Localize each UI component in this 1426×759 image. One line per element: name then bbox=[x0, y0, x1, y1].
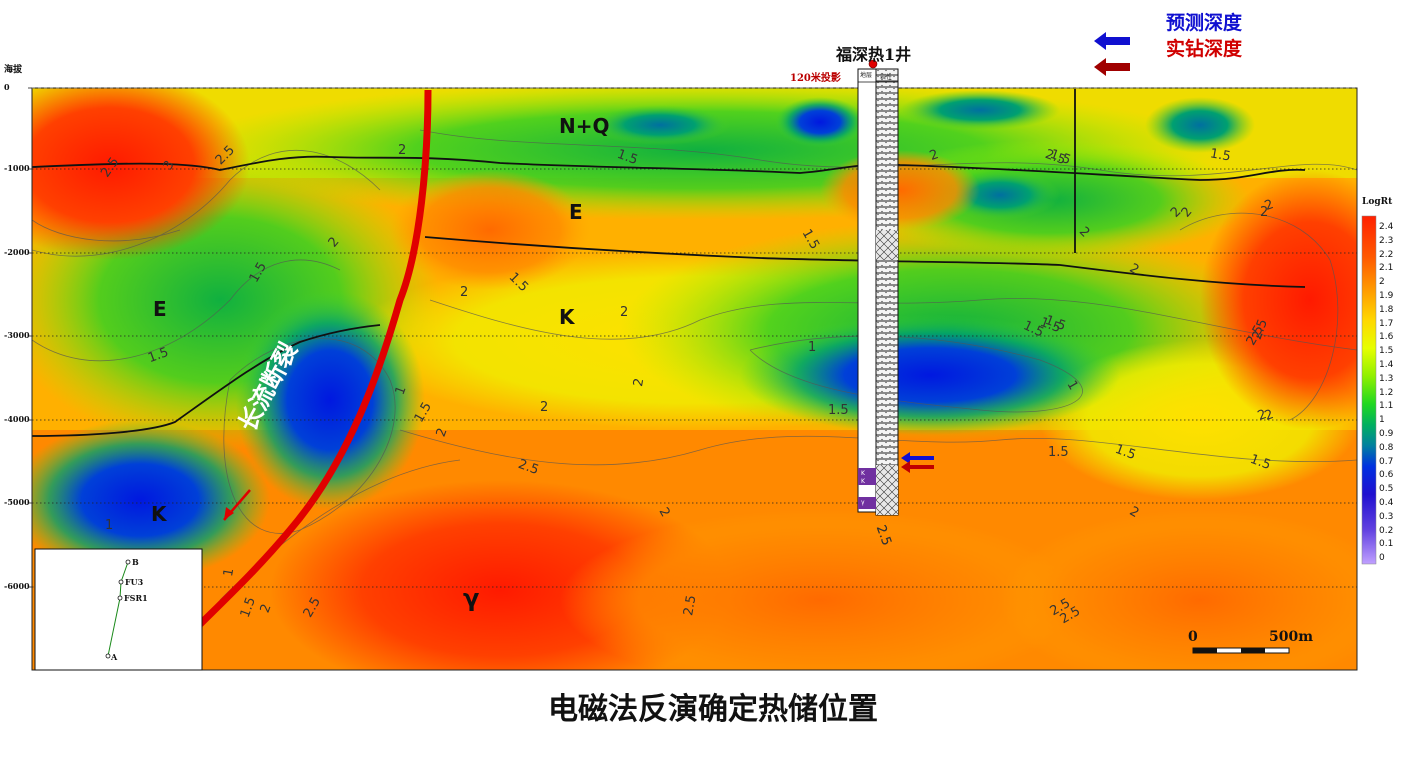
colorbar-tick: 0.6 bbox=[1379, 470, 1394, 481]
well-name: 福深热1井 bbox=[836, 45, 912, 64]
colorbar-title: LogRt bbox=[1362, 197, 1393, 207]
colorbar-tick: 1.1 bbox=[1379, 401, 1394, 412]
inset-point-b: B bbox=[132, 557, 139, 567]
colorbar bbox=[1361, 215, 1377, 565]
colorbar-tick: 2.2 bbox=[1379, 249, 1394, 260]
contour-label: 2 bbox=[398, 143, 407, 158]
colorbar-tick: 1.7 bbox=[1379, 318, 1394, 329]
inset-map bbox=[34, 548, 203, 671]
contour-label: 2 bbox=[1260, 205, 1269, 220]
colorbar-tick: 2 bbox=[1379, 277, 1385, 288]
colorbar-tick: 0 bbox=[1379, 553, 1385, 564]
resistivity-field bbox=[32, 88, 1357, 670]
unit-e-left: E bbox=[153, 297, 167, 321]
inset-point-fsr1: FSR1 bbox=[124, 593, 148, 603]
well-col-strata-header: 地层 bbox=[860, 72, 873, 79]
well-strata-tag: K bbox=[861, 478, 865, 485]
contour-label: 2 bbox=[460, 285, 469, 300]
contour-label: 1 bbox=[808, 340, 817, 355]
contour-label: 1.5 bbox=[1048, 445, 1069, 460]
unit-nq: N+Q bbox=[559, 114, 610, 138]
depth-tick-1000: -1000 bbox=[4, 163, 30, 173]
colorbar-tick: 0.5 bbox=[1379, 484, 1394, 495]
scale-bar bbox=[1192, 647, 1290, 654]
inset-point-a: A bbox=[111, 652, 118, 662]
inset-point-fu3: FU3 bbox=[125, 577, 144, 587]
well-strata-tag: γ bbox=[861, 499, 865, 506]
colorbar-tick: 1 bbox=[1379, 415, 1385, 426]
colorbar-tick: 0.1 bbox=[1379, 539, 1394, 550]
unit-e-top: E bbox=[569, 200, 583, 224]
unit-granite: γ bbox=[463, 584, 480, 612]
colorbar-tick: 0.4 bbox=[1379, 498, 1394, 508]
contour-label: 1 bbox=[105, 518, 114, 533]
depth-tick-0: 0 bbox=[4, 82, 10, 92]
unit-k-left: K bbox=[151, 502, 167, 526]
colorbar-tick: 0.8 bbox=[1379, 442, 1394, 453]
contour-label: 1.5 bbox=[828, 403, 849, 418]
colorbar-tick: 0.3 bbox=[1379, 511, 1394, 522]
unit-k-mid: K bbox=[559, 305, 575, 329]
colorbar-tick: 1.4 bbox=[1379, 360, 1394, 370]
well-col-litho-header: 岩性 bbox=[880, 74, 893, 81]
colorbar-tick: 2.4 bbox=[1379, 222, 1394, 232]
colorbar-tick: 1.9 bbox=[1379, 291, 1394, 301]
colorbar-tick: 2.3 bbox=[1379, 235, 1394, 246]
colorbar-tick: 1.8 bbox=[1379, 304, 1394, 315]
legend-predicted-arrow-icon bbox=[1094, 32, 1130, 50]
colorbar-tick: 0.7 bbox=[1379, 456, 1394, 467]
legend-predicted-label: 预测深度 bbox=[1166, 12, 1243, 34]
depth-tick-3000: -3000 bbox=[4, 330, 30, 340]
colorbar-tick: 1.2 bbox=[1379, 387, 1394, 398]
well-projection-note: 120米投影 bbox=[790, 73, 841, 84]
contour-label: 2 bbox=[620, 305, 629, 320]
scale-end: 500m bbox=[1269, 629, 1314, 645]
y-axis-label: 海拔 bbox=[4, 65, 23, 75]
legend-actual-label: 实钻深度 bbox=[1166, 38, 1243, 60]
depth-tick-6000: -6000 bbox=[4, 581, 30, 591]
resistivity-section bbox=[28, 32, 1377, 671]
colorbar-tick: 0.2 bbox=[1379, 525, 1394, 536]
figure-caption: 电磁法反演确定热储位置 bbox=[548, 692, 878, 727]
colorbar-tick: 1.6 bbox=[1379, 332, 1394, 343]
legend-arrows bbox=[1094, 32, 1130, 76]
depth-tick-2000: -2000 bbox=[4, 247, 30, 257]
colorbar-tick: 0.9 bbox=[1379, 429, 1394, 439]
legend-actual-arrow-icon bbox=[1094, 58, 1130, 76]
scale-start: 0 bbox=[1188, 629, 1198, 645]
depth-tick-5000: -5000 bbox=[4, 497, 30, 507]
colorbar-tick: 2.1 bbox=[1379, 263, 1394, 274]
depth-tick-4000: -4000 bbox=[4, 414, 30, 424]
colorbar-tick: 1.3 bbox=[1379, 373, 1394, 384]
well-strata-tag: K bbox=[861, 470, 865, 477]
colorbar-tick: 1.5 bbox=[1379, 346, 1394, 357]
well-column bbox=[857, 59, 899, 516]
contour-label: 2 bbox=[540, 400, 549, 415]
